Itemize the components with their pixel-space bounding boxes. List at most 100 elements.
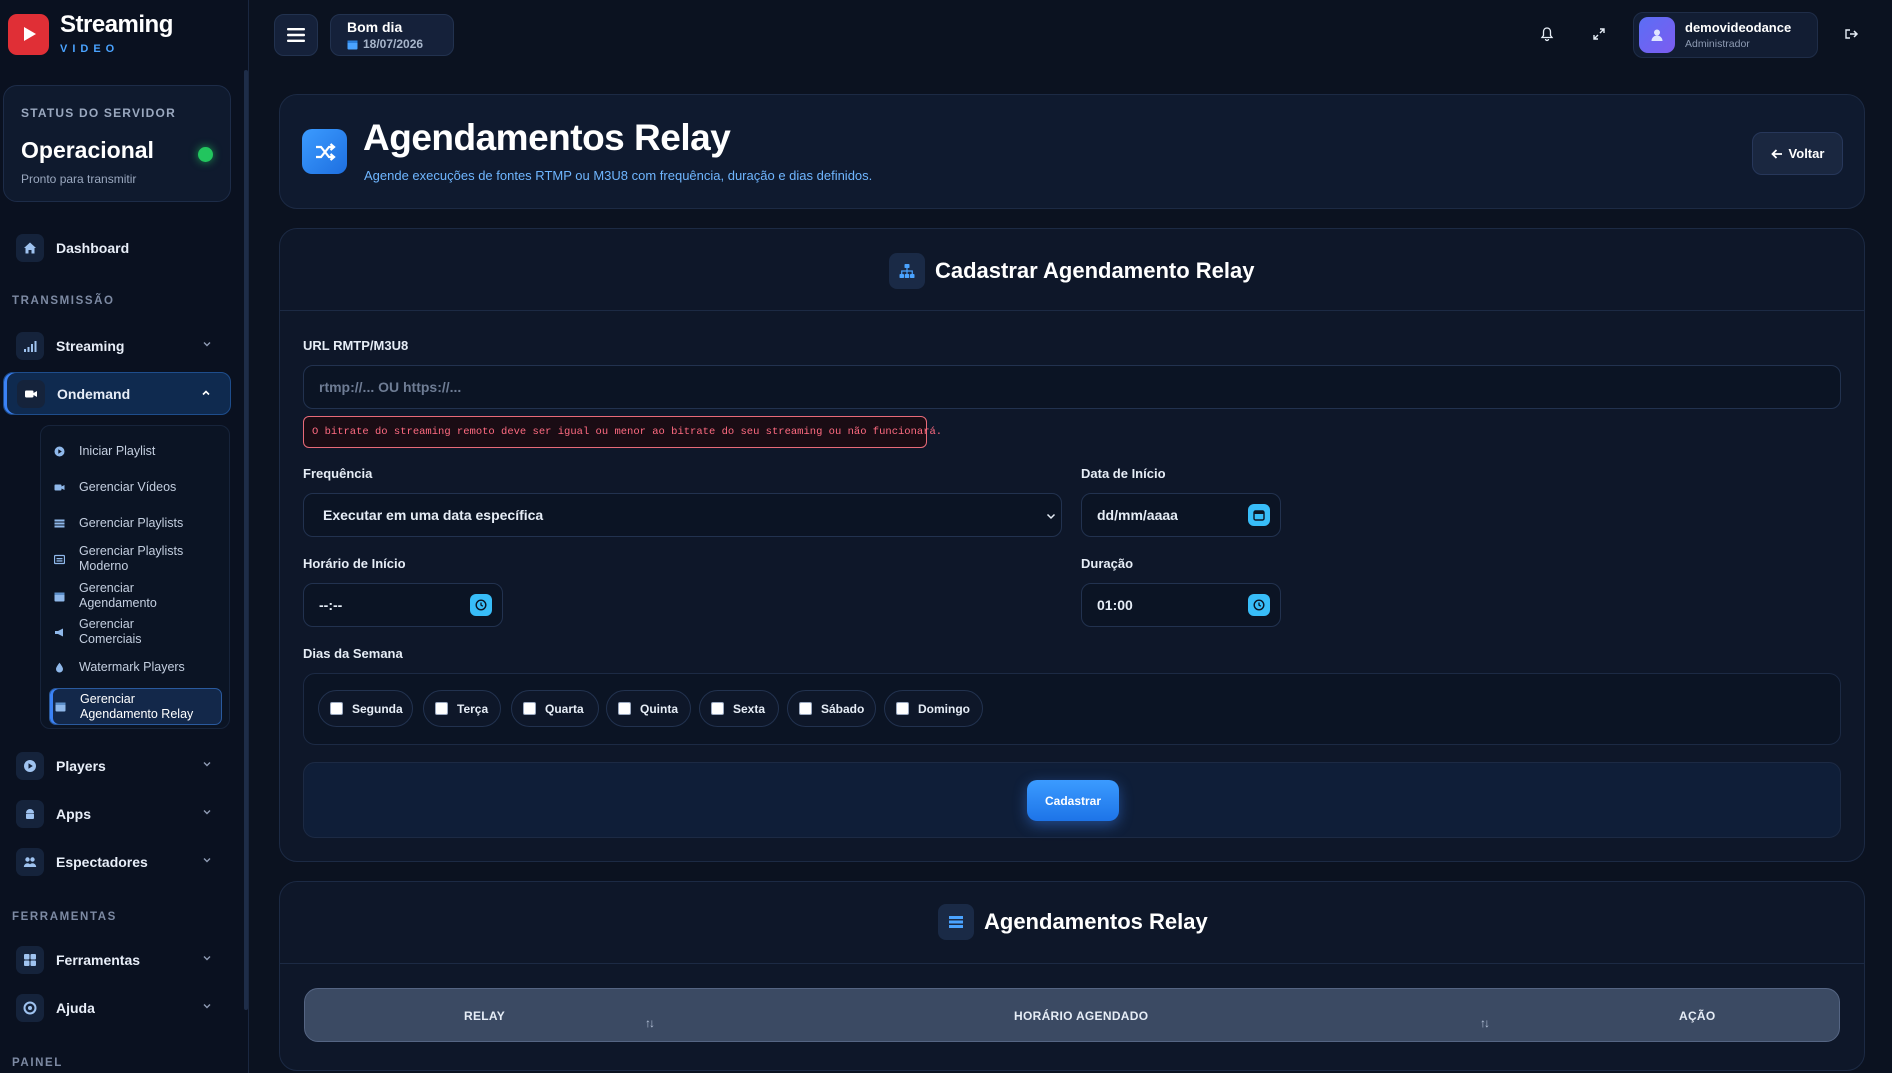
day-checkbox-quarta[interactable]: Quarta <box>511 690 599 727</box>
frequency-label: Frequência <box>303 466 373 481</box>
chevron-down-icon <box>203 956 211 961</box>
weekdays-group: Segunda Terça Quarta Quinta Sexta Sábado… <box>303 673 1841 745</box>
checkbox[interactable] <box>711 702 724 715</box>
sidebar-item-streaming[interactable]: Streaming <box>3 324 231 367</box>
chevron-down-icon <box>1046 513 1056 520</box>
calendar-picker-icon[interactable] <box>1248 504 1270 526</box>
day-checkbox-sabado[interactable]: Sábado <box>787 690 876 727</box>
table-header: RELAY ↑↓ HORÁRIO AGENDADO ↑↓ AÇÃO <box>304 988 1840 1042</box>
table-icon <box>938 904 974 940</box>
sort-icon[interactable]: ↑↓ <box>1480 1016 1490 1030</box>
menu-toggle-button[interactable] <box>274 14 318 56</box>
start-date-input[interactable]: dd/mm/aaaa <box>1081 493 1281 537</box>
submenu-gerenciar-agendamento-relay[interactable]: Gerenciar Agendamento Relay <box>49 688 222 725</box>
submit-area: Cadastrar <box>303 762 1841 838</box>
brand[interactable]: Streaming VIDEO <box>8 13 173 55</box>
sidebar-item-ondemand[interactable]: Ondemand <box>3 372 231 415</box>
day-checkbox-sexta[interactable]: Sexta <box>699 690 779 727</box>
user-menu[interactable]: demovideodance Administrador <box>1633 12 1818 58</box>
start-time-value: --:-- <box>319 597 343 613</box>
column-header-horario[interactable]: HORÁRIO AGENDADO <box>1014 1009 1148 1023</box>
section-ferramentas: FERRAMENTAS <box>12 911 117 923</box>
greeting-chip: Bom dia 18/07/2026 <box>330 14 454 56</box>
user-name: demovideodance <box>1685 20 1792 35</box>
sidebar-item-ajuda[interactable]: Ajuda <box>3 986 231 1029</box>
sidebar-item-espectadores[interactable]: Espectadores <box>3 840 231 883</box>
submenu-iniciar-playlist[interactable]: Iniciar Playlist <box>49 443 221 460</box>
checkbox[interactable] <box>799 702 812 715</box>
sidebar-scrollbar[interactable] <box>244 70 248 1010</box>
bell-icon[interactable] <box>1539 26 1555 42</box>
video-camera-icon <box>17 379 45 408</box>
url-input[interactable] <box>319 379 1825 395</box>
duration-label: Duração <box>1081 556 1134 571</box>
checkbox[interactable] <box>618 702 631 715</box>
section-painel: PAINEL <box>12 1057 63 1069</box>
page-header-card: Agendamentos Relay Agende execuções de f… <box>279 94 1865 209</box>
expand-icon[interactable] <box>1591 26 1607 42</box>
page-title: Agendamentos Relay <box>363 117 731 158</box>
checkbox[interactable] <box>523 702 536 715</box>
back-label: Voltar <box>1788 146 1825 161</box>
duration-value: 01:00 <box>1097 597 1133 613</box>
chevron-down-icon <box>203 1004 211 1009</box>
play-logo-icon <box>8 13 49 55</box>
sidebar-item-ferramentas[interactable]: Ferramentas <box>3 938 231 981</box>
day-checkbox-segunda[interactable]: Segunda <box>318 690 413 727</box>
users-icon <box>16 847 44 876</box>
submenu-gerenciar-comerciais[interactable]: Gerenciar Comerciais <box>49 616 221 648</box>
signal-bars-icon <box>16 331 44 360</box>
submenu-gerenciar-playlists-moderno[interactable]: Gerenciar Playlists Moderno <box>49 543 221 575</box>
column-header-relay[interactable]: RELAY <box>464 1009 505 1023</box>
submenu-watermark-players[interactable]: Watermark Players <box>49 659 221 676</box>
user-role: Administrador <box>1685 38 1750 50</box>
sidebar-item-label: Ferramentas <box>56 951 141 968</box>
play-circle-icon <box>16 751 44 780</box>
checkbox[interactable] <box>330 702 343 715</box>
frequency-select[interactable]: Executar em uma data específica <box>303 493 1062 537</box>
start-time-input[interactable]: --:-- <box>303 583 503 627</box>
greeting-text: Bom dia <box>347 19 403 35</box>
clock-icon[interactable] <box>470 594 492 616</box>
column-header-acao: AÇÃO <box>1679 1009 1716 1023</box>
clock-icon[interactable] <box>1248 594 1270 616</box>
submenu-gerenciar-playlists[interactable]: Gerenciar Playlists <box>49 515 221 532</box>
video-icon <box>49 482 69 493</box>
duration-input[interactable]: 01:00 <box>1081 583 1281 627</box>
start-date-label: Data de Início <box>1081 466 1166 481</box>
submenu-gerenciar-videos[interactable]: Gerenciar Vídeos <box>49 479 221 496</box>
submenu-gerenciar-agendamento[interactable]: Gerenciar Agendamento <box>49 580 221 612</box>
day-checkbox-terca[interactable]: Terça <box>423 690 501 727</box>
sidebar-item-apps[interactable]: Apps <box>3 792 231 835</box>
day-checkbox-domingo[interactable]: Domingo <box>884 690 983 727</box>
sidebar-item-players[interactable]: Players <box>3 744 231 787</box>
chevron-down-icon <box>203 858 211 863</box>
sidebar-item-label: Ondemand <box>57 385 131 402</box>
checkbox[interactable] <box>896 702 909 715</box>
checkbox[interactable] <box>435 702 448 715</box>
status-online-indicator <box>198 147 213 162</box>
url-field-wrapper <box>303 365 1841 409</box>
relay-list-card: Agendamentos Relay RELAY ↑↓ HORÁRIO AGEN… <box>279 881 1865 1071</box>
user-icon <box>1651 29 1663 41</box>
brand-name: Streaming <box>60 11 173 38</box>
brand-sub: VIDEO <box>60 43 120 55</box>
submit-button[interactable]: Cadastrar <box>1027 780 1119 821</box>
avatar <box>1639 17 1675 53</box>
bitrate-warning: O bitrate do streaming remoto deve ser i… <box>303 416 942 448</box>
megaphone-icon <box>49 627 69 638</box>
status-sub: Pronto para transmitir <box>21 172 137 186</box>
form-header: Cadastrar Agendamento Relay <box>280 229 1864 311</box>
start-time-label: Horário de Início <box>303 556 406 571</box>
day-checkbox-quinta[interactable]: Quinta <box>606 690 691 727</box>
grid-icon <box>16 945 44 974</box>
logout-icon[interactable] <box>1844 26 1860 42</box>
url-label: URL RMTP/M3U8 <box>303 338 409 353</box>
list-icon <box>49 518 69 529</box>
back-button[interactable]: Voltar <box>1752 132 1843 175</box>
calendar-icon <box>50 701 70 712</box>
topbar: Bom dia 18/07/2026 demovideodance Admini… <box>250 0 1892 70</box>
sidebar-item-dashboard[interactable]: Dashboard <box>3 226 231 269</box>
sort-icon[interactable]: ↑↓ <box>645 1016 655 1030</box>
sidebar-item-label: Ajuda <box>56 999 95 1016</box>
